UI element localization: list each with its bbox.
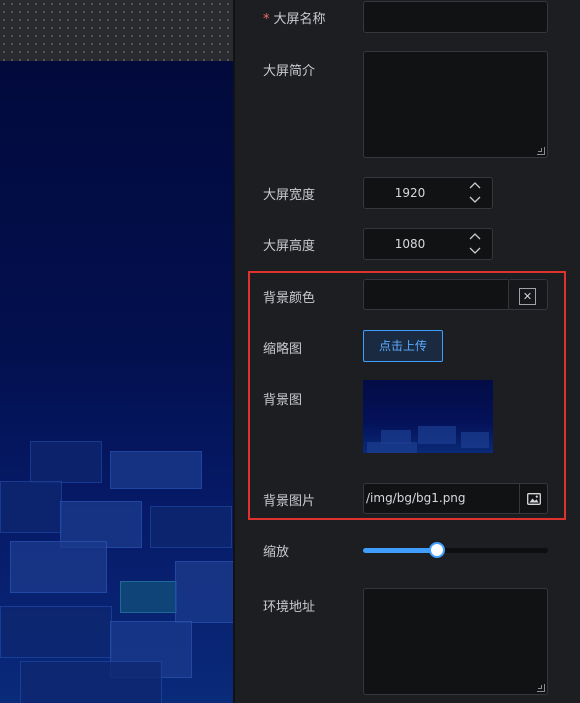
building-block (175, 561, 233, 623)
bg-color-label: 背景颜色 (263, 291, 316, 306)
building-block (120, 581, 177, 613)
building-block (20, 661, 162, 703)
bg-color-input[interactable] (363, 279, 510, 310)
height-label: 大屏高度 (263, 239, 316, 254)
increase-width-icon[interactable] (468, 182, 482, 192)
bg-image-path-label: 背景图片 (263, 494, 316, 509)
preview-building (461, 432, 489, 448)
decrease-height-icon[interactable] (468, 247, 482, 257)
canvas-area[interactable] (0, 0, 233, 703)
image-icon (526, 492, 541, 505)
bg-image-preview[interactable] (363, 380, 493, 453)
width-label: 大屏宽度 (263, 188, 316, 203)
resize-handle-icon[interactable] (537, 147, 545, 155)
resize-handle-icon[interactable] (537, 684, 545, 692)
bg-image-path-value: /img/bg/bg1.png (366, 491, 466, 505)
scale-label: 缩放 (263, 545, 290, 560)
color-picker-trigger[interactable]: ✕ (508, 279, 548, 310)
building-block (30, 441, 102, 483)
bg-image-label: 背景图 (263, 393, 303, 408)
upload-button[interactable]: 点击上传 (363, 330, 443, 362)
name-label: * 大屏名称 (263, 8, 326, 27)
name-input[interactable] (363, 1, 548, 33)
name-label-text: 大屏名称 (273, 12, 326, 27)
config-panel: * 大屏名称 大屏简介 大屏宽度 1920 大屏高度 1080 背景颜色 ✕ 缩… (235, 0, 580, 703)
scale-slider-handle[interactable] (429, 542, 445, 558)
width-input[interactable]: 1920 (363, 177, 493, 209)
image-picker-button[interactable] (519, 484, 547, 513)
env-url-textarea[interactable] (363, 588, 548, 695)
scale-slider[interactable] (363, 542, 548, 558)
screen-preview (0, 61, 233, 703)
building-block (150, 506, 232, 548)
required-mark: * (263, 12, 270, 27)
bg-image-path-input[interactable]: /img/bg/bg1.png (363, 483, 548, 514)
height-input[interactable]: 1080 (363, 228, 493, 260)
building-block (110, 451, 202, 489)
preview-building (367, 442, 417, 453)
building-block (0, 481, 62, 533)
intro-label: 大屏简介 (263, 64, 316, 79)
scale-slider-fill (363, 548, 437, 553)
decrease-width-icon[interactable] (468, 196, 482, 206)
building-block (10, 541, 107, 593)
intro-textarea[interactable] (363, 51, 548, 158)
increase-height-icon[interactable] (468, 233, 482, 243)
close-icon[interactable]: ✕ (519, 288, 536, 305)
env-url-label: 环境地址 (263, 600, 316, 615)
preview-building (418, 426, 456, 444)
height-value: 1080 (394, 237, 426, 251)
width-value: 1920 (394, 186, 426, 200)
building-block (0, 606, 112, 658)
thumbnail-label: 缩略图 (263, 342, 303, 357)
